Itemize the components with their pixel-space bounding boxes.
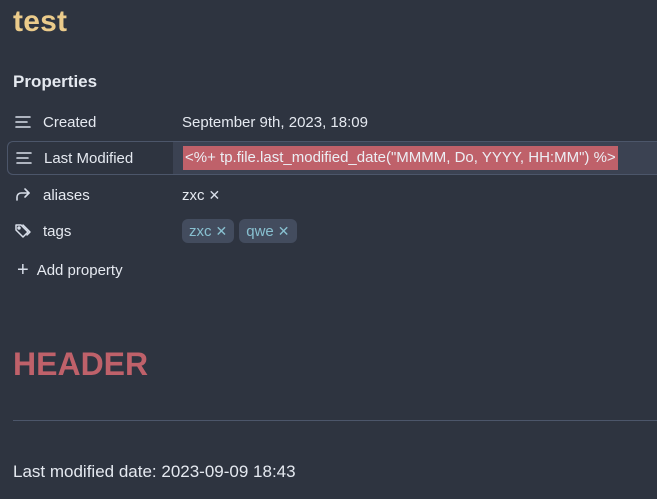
property-row-created[interactable]: Created September 9th, 2023, 18:09 bbox=[7, 105, 657, 139]
property-key-label: Created bbox=[43, 113, 97, 131]
add-property-button[interactable]: + Add property bbox=[17, 260, 123, 280]
tag-pill[interactable]: zxc ✕ bbox=[182, 219, 235, 243]
forward-arrow-icon[interactable] bbox=[13, 185, 33, 205]
property-value-input[interactable]: <%+ tp.file.last_modified_date("MMMM, Do… bbox=[173, 142, 657, 174]
property-row-aliases[interactable]: aliases zxc ✕ bbox=[7, 178, 657, 212]
last-modified-line[interactable]: Last modified date: 2023-09-09 18:43 bbox=[13, 460, 296, 484]
property-key-label: tags bbox=[43, 222, 72, 240]
property-key-label: aliases bbox=[43, 186, 90, 204]
tags-icon[interactable] bbox=[13, 221, 33, 241]
property-key-created[interactable]: Created bbox=[7, 105, 172, 139]
property-key-aliases[interactable]: aliases bbox=[7, 178, 172, 212]
properties-heading[interactable]: Properties bbox=[13, 70, 97, 94]
alias-item[interactable]: zxc ✕ bbox=[182, 187, 220, 204]
property-row-last-modified[interactable]: Last Modified <%+ tp.file.last_modified_… bbox=[7, 141, 657, 175]
property-value-created[interactable]: September 9th, 2023, 18:09 bbox=[172, 105, 657, 139]
remove-tag-button[interactable]: ✕ bbox=[216, 223, 228, 240]
selected-value-text[interactable]: <%+ tp.file.last_modified_date("MMMM, Do… bbox=[183, 146, 618, 170]
text-lines-icon[interactable] bbox=[13, 112, 33, 132]
note-title[interactable]: test bbox=[13, 2, 67, 42]
text-lines-icon[interactable] bbox=[14, 148, 34, 168]
property-value-aliases[interactable]: zxc ✕ bbox=[172, 178, 657, 212]
remove-tag-button[interactable]: ✕ bbox=[278, 223, 290, 240]
plus-icon: + bbox=[17, 259, 29, 281]
property-key-label: Last Modified bbox=[44, 149, 134, 167]
property-value-text: September 9th, 2023, 18:09 bbox=[182, 113, 368, 131]
tag-text: zxc bbox=[189, 222, 212, 240]
property-key-tags[interactable]: tags bbox=[7, 214, 172, 248]
note-page: test Properties Created September 9th, 2… bbox=[0, 0, 657, 499]
body-header[interactable]: HEADER bbox=[13, 342, 148, 386]
horizontal-rule bbox=[13, 420, 657, 421]
property-row-tags[interactable]: tags zxc ✕ qwe ✕ bbox=[7, 214, 657, 248]
property-value-tags[interactable]: zxc ✕ qwe ✕ bbox=[172, 214, 657, 248]
alias-text: zxc bbox=[182, 186, 205, 204]
remove-alias-button[interactable]: ✕ bbox=[209, 187, 221, 204]
property-key-last-modified[interactable]: Last Modified bbox=[8, 142, 173, 174]
tag-pill[interactable]: qwe ✕ bbox=[239, 219, 297, 243]
tag-text: qwe bbox=[246, 222, 274, 240]
add-property-label: Add property bbox=[36, 261, 123, 279]
